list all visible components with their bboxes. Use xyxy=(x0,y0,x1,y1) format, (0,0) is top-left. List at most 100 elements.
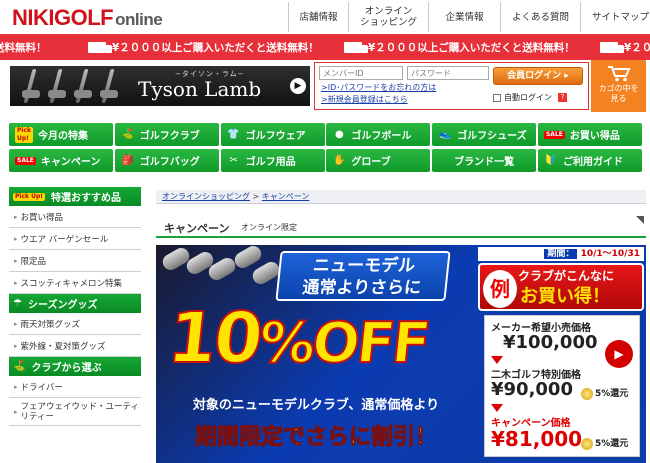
sidebar-heading-label: クラブから選ぶ xyxy=(31,363,102,374)
nav-store-info[interactable]: 店舗情報 xyxy=(288,2,348,32)
brand-name: Tyson Lamb xyxy=(138,77,262,101)
nav-golf-clubs[interactable]: ⛳ ゴルフクラブ xyxy=(114,123,219,146)
nav-gloves[interactable]: ✋ グローブ xyxy=(326,149,431,172)
sidebar-item-driver[interactable]: ドライバー xyxy=(9,376,141,398)
logo-text: NIKIGOLF xyxy=(12,5,114,30)
sidebar-item-fairway-wood[interactable]: フェアウェイウッド・ユーティリティー xyxy=(9,398,141,426)
sidebar-item-scotty-cameron[interactable]: スコッティキャメロン特集 xyxy=(9,272,141,294)
password-input[interactable] xyxy=(407,66,489,80)
nav-golf-balls[interactable]: ● ゴルフボール xyxy=(326,123,431,146)
play-arrow-icon[interactable]: ▶ xyxy=(605,340,633,368)
sidebar-item-limited[interactable]: 限定品 xyxy=(9,250,141,272)
breadcrumb: オンラインショッピング > キャンペーン xyxy=(156,190,646,204)
cart-label: カゴの中を xyxy=(598,84,639,93)
corner-arrow-icon xyxy=(636,216,644,224)
umbrella-icon: ☂ xyxy=(13,298,22,309)
nav-online-shopping[interactable]: オンライン ショッピング xyxy=(348,2,428,32)
campaign-period: 期間： 10/1～10/31 xyxy=(478,247,644,261)
tyson-lamb-brand-banner[interactable]: −タイソン・ラム− Tyson Lamb ▶ xyxy=(10,66,310,106)
checkbox-icon[interactable] xyxy=(493,93,501,102)
down-arrow-icon xyxy=(491,404,503,412)
cart-label: 見る xyxy=(610,94,627,103)
truck-icon xyxy=(600,41,624,53)
campaign-banner[interactable]: ニューモデル 通常よりさらに 10%OFF 対象のニューモデルクラブ、通常価格より… xyxy=(156,245,646,463)
putter-head-image xyxy=(74,90,92,98)
nav-faq[interactable]: よくある質問 xyxy=(500,2,580,32)
sale-tag: SALE xyxy=(543,130,565,139)
truck-icon xyxy=(344,41,368,53)
cashback-note: 5%還元 xyxy=(595,389,629,399)
nav-label: 今月の特集 xyxy=(38,131,89,142)
sidebar-item-wear-sale[interactable]: ウエア バーゲンセール xyxy=(9,228,141,250)
special-price: ¥90,000 xyxy=(491,379,573,400)
site-header: NIKIGOLF online 店舗情報 オンライン ショッピング 企業情報 よく… xyxy=(0,0,650,34)
site-logo[interactable]: NIKIGOLF online xyxy=(12,5,163,32)
breadcrumb-home-link[interactable]: オンラインショッピング xyxy=(162,192,250,201)
play-arrow-icon[interactable]: ▶ xyxy=(290,78,306,94)
new-model-ribbon: ニューモデル 通常よりさらに xyxy=(275,251,451,301)
guide-icon: 🔰 xyxy=(544,155,558,166)
top-nav: 店舗情報 オンライン ショッピング 企業情報 よくある質問 サイトマップ xyxy=(288,2,650,32)
nav-label: ゴルフウェア xyxy=(245,131,306,142)
ball-icon: ● xyxy=(335,129,344,140)
breadcrumb-separator: > xyxy=(250,192,262,201)
tools-icon: ✂ xyxy=(229,155,238,166)
banner-segment: ¥２０００以上ご購入いただくと送料無料！ xyxy=(88,34,319,60)
nav-sitemap[interactable]: サイトマップ xyxy=(580,2,650,32)
help-icon[interactable]: ? xyxy=(558,93,567,102)
nav-bargains[interactable]: SALE お買い得品 xyxy=(537,123,642,146)
nav-golf-bags[interactable]: 🎒 ゴルフバッグ xyxy=(114,149,219,172)
login-box: 会員ログイン ▸ >ID･パスワードをお忘れの方は >新規会員登録はこちら 自動… xyxy=(314,62,589,110)
breadcrumb-current[interactable]: キャンペーン xyxy=(262,192,310,201)
forgot-password-link[interactable]: >ID･パスワードをお忘れの方は xyxy=(321,82,436,93)
cart-button[interactable]: カゴの中を 見る xyxy=(591,60,646,112)
sidebar: Pick Up! 特選おすすめ品 お買い得品 ウエア バーゲンセール 限定品 スコ… xyxy=(9,187,141,463)
golf-club-icon: ⛳ xyxy=(13,361,26,372)
page-title: キャンペーン xyxy=(164,222,230,235)
nav-golf-shoes[interactable]: 👟 ゴルフシューズ xyxy=(432,123,537,146)
sale-tag: SALE xyxy=(15,156,36,165)
category-nav: Pick Up! 今月の特集 ⛳ ゴルフクラブ 👕 ゴルフウェア ● ゴルフボール 👟 ゴル… xyxy=(9,123,642,173)
nav-golf-wear[interactable]: 👕 ゴルフウェア xyxy=(220,123,325,146)
nav-label: ゴルフバッグ xyxy=(139,157,200,168)
banner-text: ¥２０００以上ご購入いただくと送料無料！ xyxy=(368,41,575,54)
truck-icon xyxy=(88,41,112,53)
period-label: 期間： xyxy=(544,249,578,259)
nav-user-guide[interactable]: 🔰 ご利用ガイド xyxy=(537,149,642,172)
shoe-icon: 👟 xyxy=(438,129,452,140)
nav-brand-list[interactable]: ブランド一覧 xyxy=(432,149,537,172)
member-login-button[interactable]: 会員ログイン ▸ xyxy=(493,67,583,85)
headline-line: 通常よりさらに xyxy=(301,278,423,298)
bag-icon: 🎒 xyxy=(121,155,135,166)
pickup-tag: Pick Up! xyxy=(13,192,45,201)
cashback-note: 5%還元 xyxy=(595,439,629,449)
golf-club-icon: ⛳ xyxy=(121,129,135,140)
sidebar-heading-recommended: Pick Up! 特選おすすめ品 xyxy=(9,187,141,206)
coin-icon xyxy=(581,387,593,400)
nav-label: ゴルフクラブ xyxy=(139,131,200,142)
banner-segment: 送料無料！ xyxy=(0,34,47,60)
putter-head-image xyxy=(48,90,66,98)
nav-golf-goods[interactable]: ✂ ゴルフ用品 xyxy=(220,149,325,172)
period-dates: 10/1～10/31 xyxy=(580,249,640,259)
register-link[interactable]: >新規会員登録はこちら xyxy=(321,94,408,105)
sidebar-item-summer-goods[interactable]: 紫外線・夏対策グッズ xyxy=(9,335,141,357)
shirt-icon: 👕 xyxy=(227,129,240,140)
auto-login-checkbox[interactable]: 自動ログイン? xyxy=(493,92,567,103)
banner-segment: ¥２０ xyxy=(600,34,650,60)
sidebar-item-bargains[interactable]: お買い得品 xyxy=(9,206,141,228)
nav-monthly-feature[interactable]: Pick Up! 今月の特集 xyxy=(9,123,113,146)
nav-company-info[interactable]: 企業情報 xyxy=(428,2,500,32)
down-arrow-icon xyxy=(491,356,503,364)
glove-icon: ✋ xyxy=(333,155,346,166)
nav-label: ブランド一覧 xyxy=(454,157,515,168)
example-heading-big: お買い得！ xyxy=(520,286,610,307)
sidebar-item-rain-goods[interactable]: 雨天対策グッズ xyxy=(9,313,141,335)
cart-icon xyxy=(607,66,631,82)
member-id-input[interactable] xyxy=(319,66,403,80)
nav-label: ゴルフ用品 xyxy=(245,157,296,168)
nav-campaign[interactable]: SALE キャンペーン xyxy=(9,149,113,172)
page-subtitle: オンライン限定 xyxy=(241,223,297,232)
free-shipping-banner[interactable]: 送料無料！ ¥２０００以上ご購入いただくと送料無料！ ¥２０００以上ご購入いただ… xyxy=(0,34,650,60)
nav-label: キャンペーン xyxy=(40,157,101,168)
